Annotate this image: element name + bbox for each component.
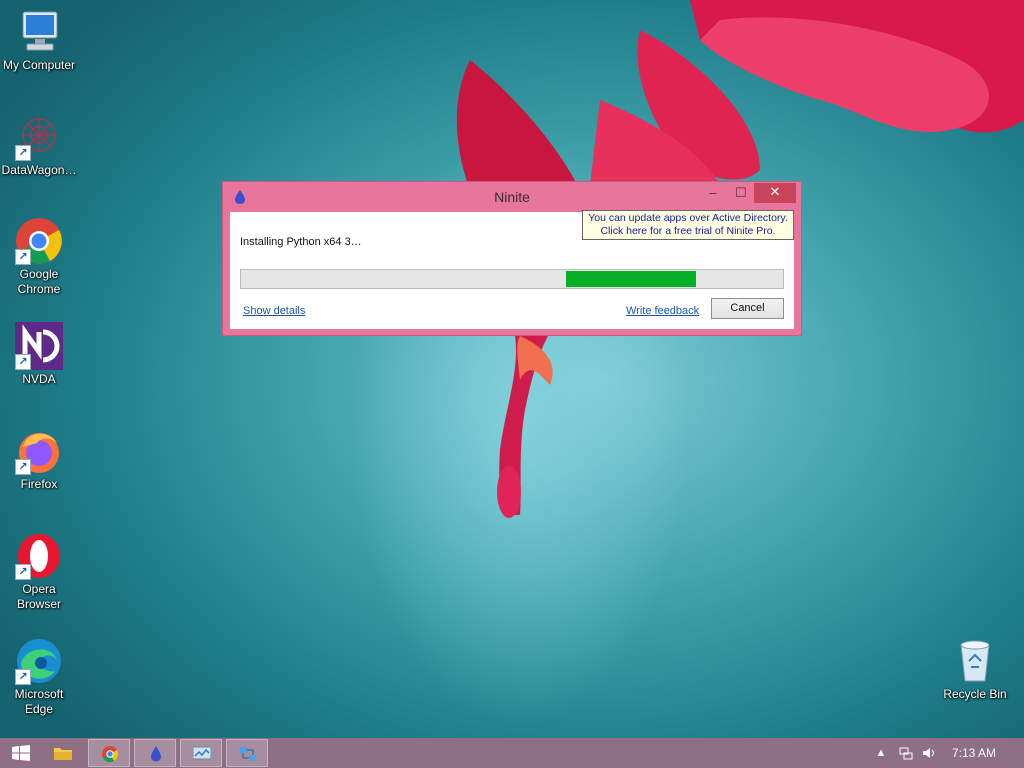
start-button[interactable] — [0, 739, 40, 767]
cancel-button[interactable]: Cancel — [711, 298, 784, 319]
desktop-icon-nvda[interactable]: ↗ NVDA — [0, 322, 78, 387]
desktop-icon-my-computer[interactable]: My Computer — [0, 8, 78, 73]
desktop-icon-label: NVDA — [22, 372, 56, 386]
recycle-bin-icon — [951, 637, 999, 685]
taskbar-network-tool[interactable] — [226, 739, 268, 767]
opera-icon: ↗ — [15, 532, 63, 580]
shortcut-arrow-icon: ↗ — [15, 669, 31, 685]
taskbar: ▲ 7:13 AM — [0, 738, 1024, 768]
desktop-icon-label: Recycle Bin — [943, 687, 1007, 701]
nvda-icon: ↗ — [15, 322, 63, 370]
shortcut-arrow-icon: ↗ — [15, 145, 31, 161]
desktop-icon-google-chrome[interactable]: ↗ Google Chrome — [0, 217, 78, 297]
install-status-text: Installing Python x64 3… — [240, 236, 362, 248]
ninite-icon — [151, 746, 161, 762]
desktop-icon-label: DataWagon… — [1, 163, 77, 177]
taskbar-ninite[interactable] — [134, 739, 176, 767]
progress-bar-fill — [566, 271, 696, 287]
shortcut-arrow-icon: ↗ — [15, 564, 31, 580]
file-explorer-icon — [54, 748, 72, 760]
desktop-icon-recycle-bin[interactable]: Recycle Bin — [936, 637, 1014, 702]
title-bar[interactable]: Ninite – ☐ ✕ — [223, 182, 801, 212]
system-monitor-icon — [193, 746, 211, 760]
desktop-icon-opera[interactable]: ↗ Opera Browser — [0, 532, 78, 612]
chrome-icon — [102, 746, 119, 762]
show-details-link[interactable]: Show details — [243, 305, 305, 317]
edge-icon: ↗ — [15, 637, 63, 685]
tooltip-line-2: Click here for a free trial of Ninite Pr… — [600, 225, 776, 237]
minimize-button[interactable]: – — [699, 183, 727, 203]
install-progress-bar — [240, 269, 784, 289]
desktop-icon-firefox[interactable]: ↗ Firefox — [0, 427, 78, 492]
desktop-icon-label: Opera Browser — [16, 582, 61, 611]
show-hidden-icons-icon[interactable]: ▲ — [874, 746, 888, 760]
shortcut-arrow-icon: ↗ — [15, 249, 31, 265]
start-icon — [12, 745, 30, 761]
taskbar-file-explorer[interactable] — [42, 739, 84, 767]
network-icon[interactable] — [899, 746, 913, 760]
volume-icon[interactable] — [922, 746, 936, 760]
firefox-icon: ↗ — [15, 427, 63, 475]
desktop-icon-microsoft-edge[interactable]: ↗ Microsoft Edge — [0, 637, 78, 717]
computer-icon — [15, 8, 63, 56]
maximize-button[interactable]: ☐ — [727, 183, 755, 203]
taskbar-system-monitor[interactable] — [180, 739, 222, 767]
taskbar-chrome[interactable] — [88, 739, 130, 767]
tooltip-line-1: You can update apps over Active Director… — [588, 212, 788, 224]
desktop-icon-label: Google Chrome — [17, 267, 61, 296]
ninite-pro-tooltip[interactable]: You can update apps over Active Director… — [582, 210, 794, 240]
desktop-icon-label: My Computer — [2, 58, 76, 72]
write-feedback-link[interactable]: Write feedback — [626, 305, 699, 317]
close-button[interactable]: ✕ — [754, 183, 796, 203]
wallpaper-flower — [456, 0, 1024, 518]
desktop-icon-label: Microsoft Edge — [14, 687, 64, 716]
chrome-icon: ↗ — [15, 217, 63, 265]
shortcut-arrow-icon: ↗ — [15, 459, 31, 475]
shortcut-arrow-icon: ↗ — [15, 354, 31, 370]
taskbar-clock[interactable]: 7:13 AM — [952, 746, 996, 760]
ninite-window: Ninite – ☐ ✕ Installing Python x64 3… Sh… — [222, 181, 802, 336]
desktop-icon-datawagon[interactable]: ↗ DataWagon… — [0, 113, 78, 178]
network-tool-icon — [240, 747, 256, 761]
desktop-icon-label: Firefox — [20, 477, 58, 491]
datawagon-icon: ↗ — [15, 113, 63, 161]
